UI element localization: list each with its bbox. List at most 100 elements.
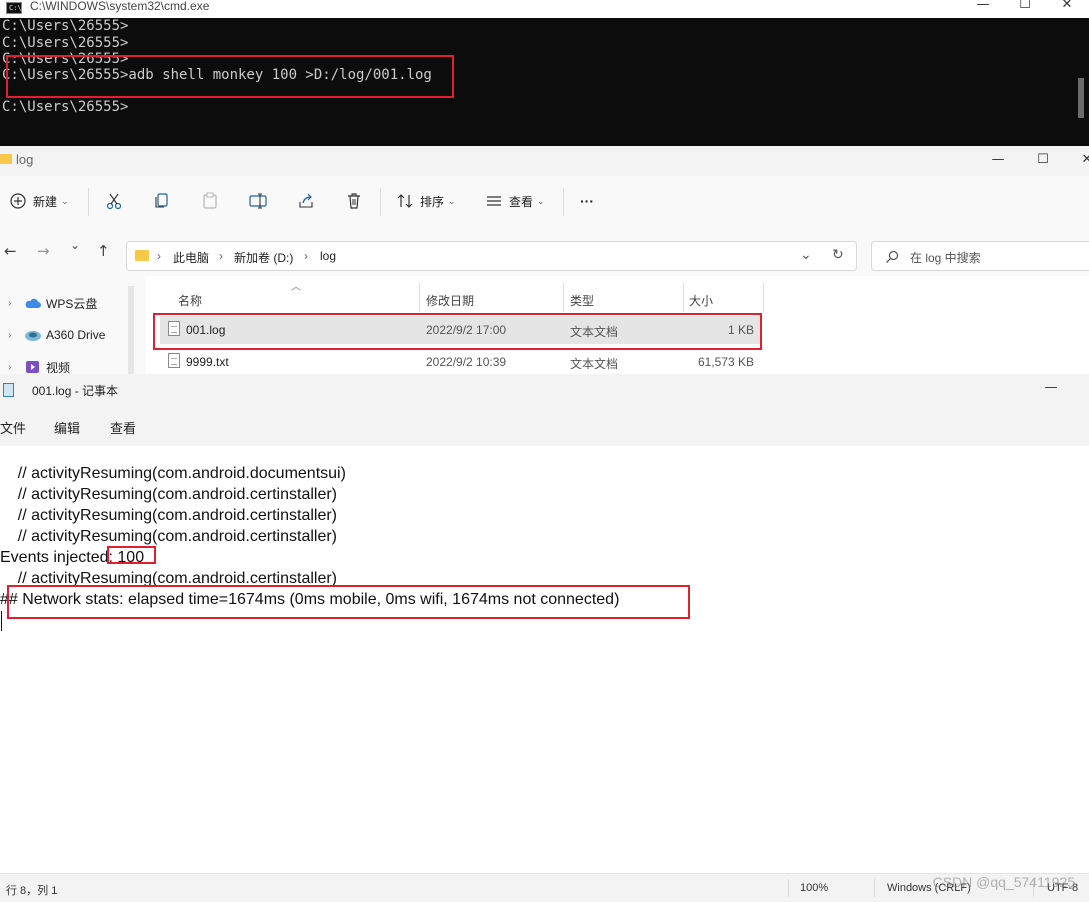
plus-circle-icon (10, 193, 26, 209)
back-arrow-icon[interactable]: ← (4, 242, 17, 260)
column-divider[interactable] (683, 282, 684, 312)
navigation-pane-scrollbar[interactable] (128, 286, 134, 374)
file-date: 2022/9/2 17:00 (426, 323, 507, 337)
watermark-text: CSDN @qq_57411925 (932, 874, 1075, 890)
sidebar-item-label: A360 Drive (46, 328, 106, 342)
notepad-minimize-button[interactable]: — (1036, 380, 1066, 395)
breadcrumb-separator: › (219, 249, 223, 263)
cmd-close-button[interactable]: ✕ (1052, 0, 1082, 12)
search-icon (886, 250, 899, 263)
refresh-icon[interactable]: ↻ (832, 246, 844, 263)
text-caret (1, 611, 2, 631)
explorer-minimize-button[interactable]: — (983, 152, 1013, 167)
sidebar-item-wps-cloud[interactable]: › WPS云盘 (8, 293, 97, 313)
sort-ascending-icon: ︿ (291, 282, 301, 293)
text-line-events-injected: Events injected: 100 (0, 549, 145, 566)
list-view-icon (487, 196, 501, 206)
sort-arrows-icon (397, 194, 413, 208)
column-header-name[interactable]: 名称 (178, 292, 202, 309)
view-button[interactable]: 查看 ⌄ (485, 189, 545, 213)
column-divider[interactable] (563, 282, 564, 312)
column-header-type[interactable]: 类型 (570, 292, 594, 309)
chevron-right-icon: › (8, 297, 12, 309)
chevron-down-icon: ⌄ (448, 195, 456, 206)
explorer-close-button[interactable]: ✕ (1072, 152, 1089, 167)
share-button[interactable] (297, 189, 315, 213)
status-cursor-position: 行 8，列 1 (6, 885, 58, 897)
chevron-right-icon: › (8, 329, 12, 341)
breadcrumb-drive-d[interactable]: 新加卷 (D:) (234, 249, 293, 266)
cmd-line-command: C:\Users\26555>adb shell monkey 100 >D:/… (2, 67, 432, 83)
text-line: // activityResuming(com.android.document… (0, 465, 346, 482)
delete-button[interactable] (345, 189, 363, 213)
notepad-statusbar: 行 8，列 1 100% Windows (CRLF) UTF-8 (0, 873, 1089, 902)
column-divider[interactable] (419, 282, 420, 312)
breadcrumb-this-pc[interactable]: 此电脑 (173, 249, 209, 266)
explorer-window-title: log (16, 152, 34, 167)
new-button[interactable]: 新建 ⌄ (9, 189, 69, 213)
cut-button[interactable] (105, 189, 123, 213)
cmd-scrollbar-thumb[interactable] (1078, 78, 1084, 118)
menu-edit[interactable]: 编辑 (54, 418, 80, 437)
notepad-text-area[interactable]: // activityResuming(com.android.document… (0, 446, 1089, 873)
notepad-titlebar: 001.log - 记事本 — (0, 374, 1089, 406)
cmd-line: C:\Users\26555> (2, 18, 129, 34)
copy-icon (155, 193, 168, 208)
folder-icon (0, 154, 12, 164)
breadcrumb-separator: › (304, 249, 308, 263)
cmd-console-output[interactable]: C:\Users\26555> C:\Users\26555> C:\Users… (0, 18, 1089, 146)
forward-arrow-icon[interactable]: → (37, 242, 50, 260)
column-header-date[interactable]: 修改日期 (426, 292, 474, 309)
address-dropdown-icon[interactable]: ⌄ (800, 246, 812, 263)
a360-drive-icon (25, 331, 41, 341)
navigation-pane: › WPS云盘 › A360 Drive › 视频 (0, 276, 140, 375)
toolbar-divider (88, 188, 89, 216)
search-input[interactable]: 在 log 中搜索 (910, 249, 981, 266)
cmd-line: C:\Users\26555> (2, 35, 129, 51)
column-divider[interactable] (763, 282, 764, 312)
cloud-icon (25, 298, 41, 308)
address-bar[interactable]: › 此电脑 › 新加卷 (D:) › log ⌄ ↻ (126, 241, 857, 271)
breadcrumb-separator: › (157, 249, 161, 263)
explorer-maximize-button[interactable]: ☐ (1028, 152, 1058, 167)
text-line: // activityResuming(com.android.certinst… (0, 528, 337, 545)
sort-button[interactable]: 排序 ⌄ (396, 189, 456, 213)
recent-locations-icon[interactable]: ⌄ (70, 238, 80, 252)
file-name: 001.log (186, 323, 226, 337)
explorer-titlebar: log — ☐ ✕ (0, 146, 1089, 176)
share-icon (299, 193, 313, 208)
up-arrow-icon[interactable]: ↑ (97, 242, 110, 260)
rename-button[interactable] (249, 189, 267, 213)
cmd-line: C:\Users\26555> (2, 99, 129, 115)
sidebar-item-a360-drive[interactable]: › A360 Drive (8, 325, 105, 345)
cmd-window-title: C:\WINDOWS\system32\cmd.exe (30, 0, 210, 13)
file-type: 文本文档 (570, 357, 619, 371)
menu-file[interactable]: 文件 (0, 418, 26, 437)
rename-icon (249, 193, 267, 209)
clipboard-icon (203, 192, 217, 209)
explorer-command-bar: 新建 ⌄ 排序 ⌄ 查看 ⌄ ··· (0, 176, 1089, 227)
menu-view[interactable]: 查看 (110, 418, 136, 437)
chevron-down-icon: ⌄ (537, 195, 545, 206)
file-row[interactable]: 9999.txt 2022/9/2 10:39 文本文档 61,573 KB (160, 348, 762, 376)
cmd-maximize-button[interactable]: ☐ (1010, 0, 1040, 12)
new-button-label: 新建 (33, 194, 58, 209)
text-line-network-stats: ## Network stats: elapsed time=1674ms (0… (0, 591, 620, 608)
sidebar-item-label: 视频 (46, 360, 71, 375)
file-list: ︿ 名称 修改日期 类型 大小 001.log 2022/9/2 17:00 文… (146, 276, 1089, 374)
status-zoom: 100% (800, 882, 829, 894)
toolbar-divider (380, 188, 381, 216)
more-options-button[interactable]: ··· (580, 189, 594, 213)
scissors-icon (106, 193, 122, 210)
file-date: 2022/9/2 10:39 (426, 355, 507, 369)
copy-button[interactable] (153, 189, 171, 213)
file-row-selected[interactable]: 001.log 2022/9/2 17:00 文本文档 1 KB (160, 316, 762, 344)
text-file-icon (168, 321, 180, 336)
search-box[interactable]: 在 log 中搜索 (871, 241, 1089, 271)
paste-button[interactable] (201, 189, 219, 213)
text-line: // activityResuming(com.android.certinst… (0, 486, 337, 503)
cmd-minimize-button[interactable]: — (968, 0, 998, 12)
column-header-size[interactable]: 大小 (689, 292, 713, 309)
breadcrumb-log[interactable]: log (320, 249, 336, 263)
explorer-window: log — ☐ ✕ 新建 ⌄ 排序 ⌄ 查看 ⌄ ··· ← → ⌄ ↑ › 此… (0, 146, 1089, 375)
